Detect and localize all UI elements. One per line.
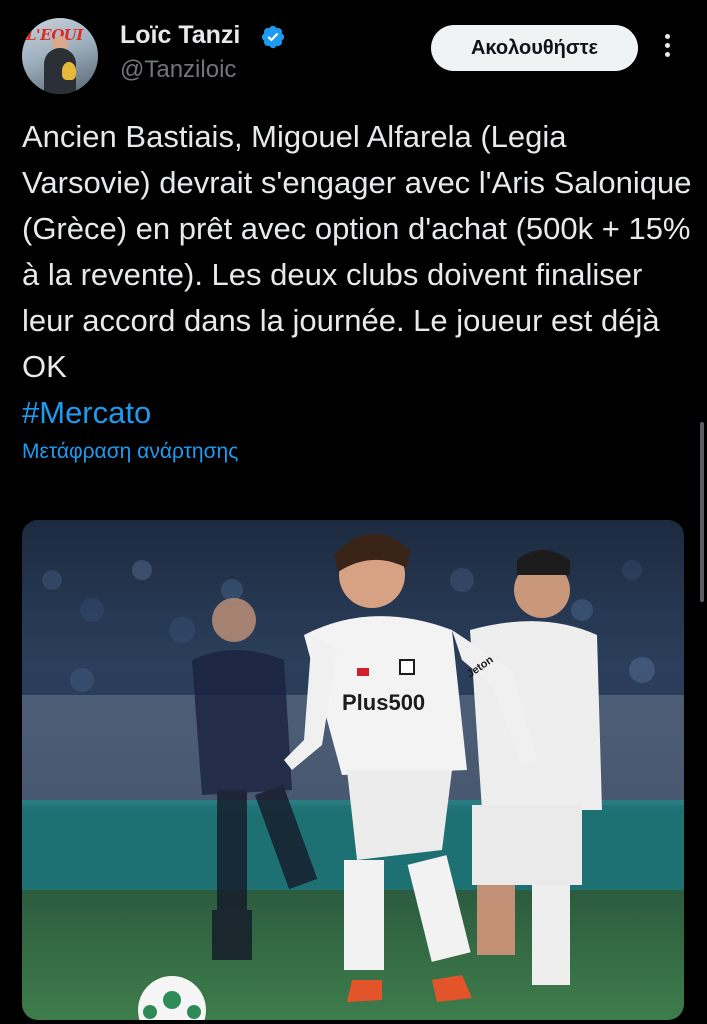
author-avatar[interactable]: L'EQUI <box>22 18 98 94</box>
verified-badge-icon <box>261 25 285 49</box>
hashtag-link[interactable]: #Mercato <box>22 395 151 430</box>
tweet-body: Ancien Bastiais, Migouel Alfarela (Legia… <box>22 114 692 436</box>
avatar-trophy <box>62 62 76 80</box>
translate-post-link[interactable]: Μετάφραση ανάρτησης <box>22 440 238 464</box>
more-vertical-icon[interactable] <box>660 34 674 64</box>
author-handle[interactable]: @Tanziloic <box>120 56 236 84</box>
follow-button[interactable]: Ακολουθήστε <box>431 25 638 71</box>
tweet-header: L'EQUI Loïc Tanzi @Tanziloic Ακολουθήστε <box>0 0 707 110</box>
author-name[interactable]: Loïc Tanzi <box>120 21 240 50</box>
shirt-sponsor: Plus500 <box>342 690 425 715</box>
football-photo: Plus500 Jeton <box>22 520 684 1020</box>
tweet-media-photo[interactable]: Plus500 Jeton <box>22 520 684 1020</box>
tweet-text: Ancien Bastiais, Migouel Alfarela (Legia… <box>22 119 692 384</box>
scrollbar[interactable] <box>700 422 704 602</box>
